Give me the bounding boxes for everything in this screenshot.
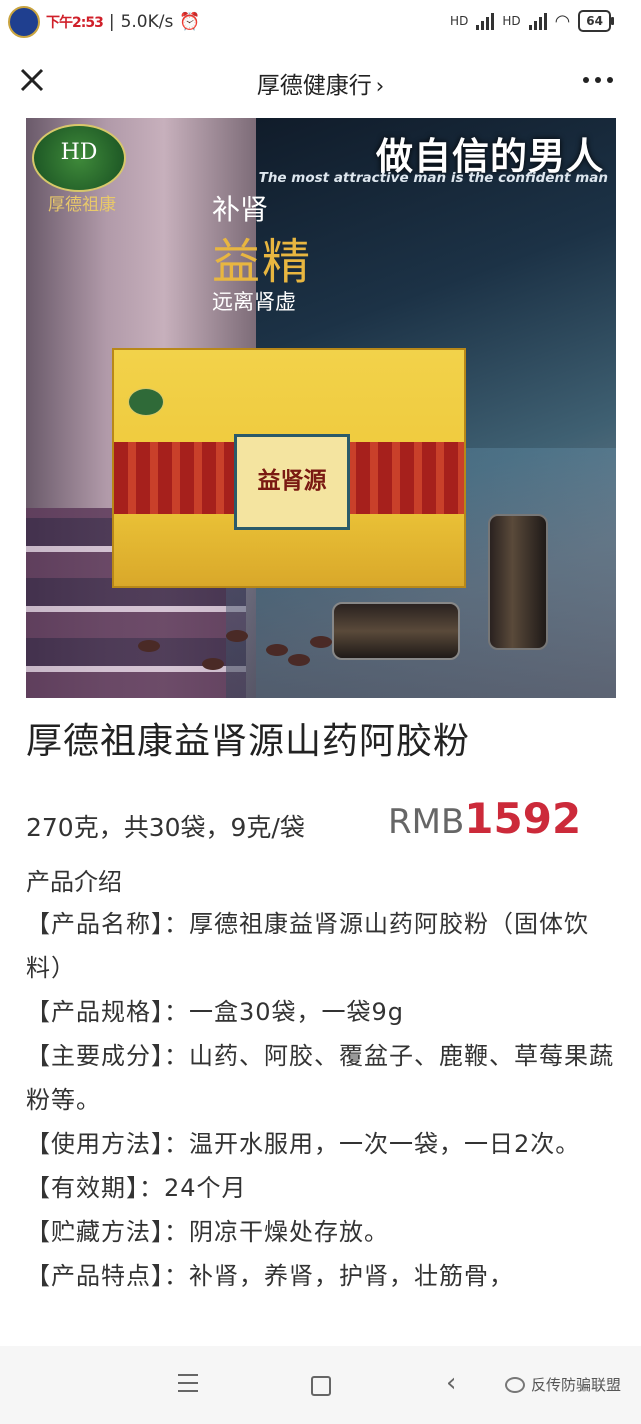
- price: RMB1592: [388, 794, 581, 843]
- detail-line: 【贮藏方法】：阴凉干燥处存放。: [26, 1218, 389, 1246]
- product-spec: 270克，共30袋，9克/袋: [26, 813, 305, 842]
- battery-level: 64: [586, 14, 603, 28]
- home-icon[interactable]: [311, 1376, 331, 1396]
- chevron-right-icon: ›: [375, 74, 385, 98]
- tagline-main: 益精: [212, 234, 313, 290]
- network-type-1: HD: [450, 14, 469, 28]
- brand-name: 厚德祖康: [48, 195, 116, 215]
- tablet-image: [202, 658, 224, 670]
- network-speed: 5.0K/s: [120, 12, 174, 32]
- tablet-image: [226, 630, 248, 642]
- bottle-lying-image: [332, 602, 460, 660]
- box-title: 益肾源: [257, 467, 327, 494]
- signal-icon-2: [528, 12, 547, 30]
- back-icon[interactable]: ‹: [446, 1368, 456, 1398]
- tablet-image: [310, 636, 332, 648]
- account-title-link[interactable]: 厚德健康行 ›: [0, 66, 641, 100]
- wechat-icon: [504, 1376, 525, 1393]
- menu-icon[interactable]: [178, 1374, 198, 1398]
- signal-icon-1: [476, 12, 495, 30]
- status-divider: |: [108, 12, 115, 32]
- product-title: 厚德祖康益肾源山药阿胶粉: [26, 721, 471, 762]
- slogan-english: The most attractive man is the confident…: [258, 170, 608, 186]
- box-logo-icon: [128, 388, 164, 416]
- status-left: 下午2:53 | 5.0K/s ⏰: [8, 6, 201, 38]
- status-time: 下午2:53: [46, 15, 104, 31]
- detail-line: 【产品特点】：补肾，养肾，护肾，壮筋骨，: [26, 1262, 514, 1290]
- price-currency: RMB: [388, 802, 465, 842]
- account-title: 厚德健康行: [256, 73, 372, 99]
- nav-bar: 厚德健康行 ›: [0, 46, 641, 116]
- bottle-image: [488, 514, 548, 650]
- wifi-icon: ◠: [554, 10, 571, 32]
- brand-logo-text: HD: [60, 140, 98, 165]
- tagline-bottom: 远离肾虚: [212, 290, 296, 314]
- app-notification-icon: [8, 6, 40, 38]
- tablet-image: [288, 654, 310, 666]
- watermark: 反传防骗联盟: [504, 1374, 621, 1395]
- system-nav-bar: ‹ 反传防骗联盟: [0, 1346, 641, 1424]
- tablet-image: [266, 644, 288, 656]
- alarm-icon: ⏰: [179, 12, 201, 32]
- status-bar: 下午2:53 | 5.0K/s ⏰ HD HD ◠ 64: [0, 0, 641, 46]
- status-right: HD HD ◠ 64: [450, 10, 614, 32]
- price-value: 1592: [464, 794, 582, 843]
- product-banner-image: HD 厚德祖康 做自信的男人 The most attractive man i…: [26, 118, 616, 698]
- detail-line: 【产品规格】：一盒30袋，一袋9g: [26, 998, 405, 1026]
- box-label-plate: 益肾源: [234, 434, 350, 530]
- detail-line: 【有效期】：24个月: [26, 1174, 247, 1202]
- product-details: 【产品名称】：厚德祖康益肾源山药阿胶粉（固体饮料） 【产品规格】：一盒30袋，一…: [26, 902, 618, 1298]
- watermark-text: 反传防骗联盟: [530, 1376, 621, 1394]
- battery-icon: 64: [578, 10, 614, 32]
- tablet-image: [138, 640, 160, 652]
- more-icon[interactable]: [583, 77, 613, 83]
- brand-logo: HD: [32, 124, 126, 192]
- intro-heading: 产品介绍: [26, 868, 122, 896]
- detail-line: 【主要成分】：山药、阿胶、覆盆子、鹿鞭、草莓果蔬粉等。: [26, 1042, 614, 1114]
- detail-line: 【产品名称】：厚德祖康益肾源山药阿胶粉（固体饮料）: [26, 910, 589, 982]
- network-type-2: HD: [502, 14, 521, 28]
- detail-line: 【使用方法】：温开水服用，一次一袋，一日2次。: [26, 1130, 581, 1158]
- product-box-image: 益肾源: [112, 348, 466, 588]
